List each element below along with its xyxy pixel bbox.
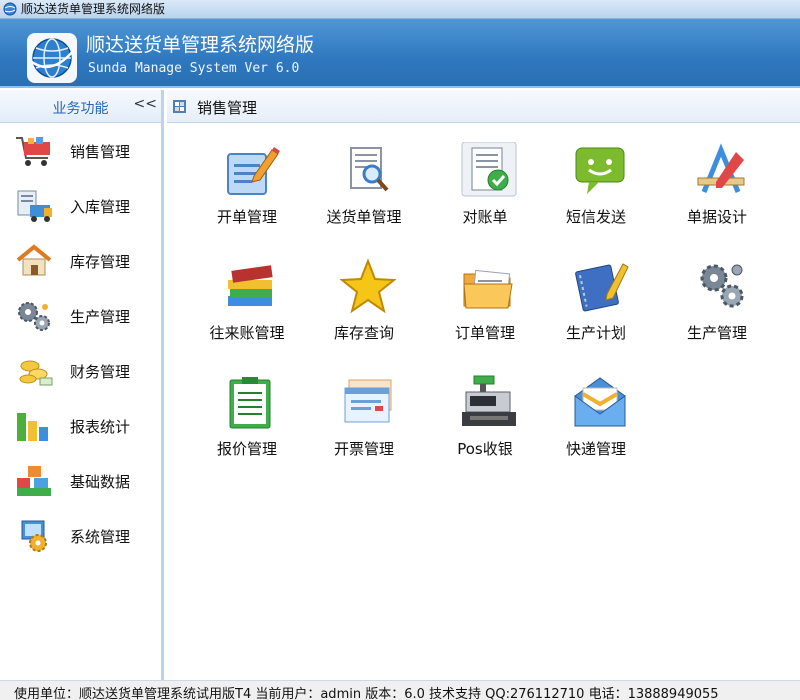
- tile-express[interactable]: 快递管理: [546, 374, 646, 474]
- invoice-window-icon: [344, 379, 392, 423]
- collapse-sidebar-button[interactable]: <<: [134, 96, 157, 112]
- sidebar-item-label: 报表统计: [70, 418, 131, 436]
- tile-label: 开单管理: [216, 208, 277, 226]
- tile-create-order[interactable]: 开单管理: [197, 142, 297, 242]
- star-icon: [339, 258, 397, 314]
- module-icon: [173, 100, 186, 113]
- sidebar-item-label: 销售管理: [70, 143, 131, 161]
- sidebar-item-label: 生产管理: [70, 308, 131, 326]
- tile-label: 库存查询: [333, 324, 394, 342]
- sms-icon: [575, 147, 625, 194]
- main-content: 销售管理 开单管理 送货单管理 对账单 短信发送 单据设计 往来账管理 库存查询…: [167, 90, 800, 680]
- window-title: 顺达送货单管理系统网络版: [21, 2, 166, 16]
- sidebar-item-system[interactable]: 系统管理: [0, 513, 161, 559]
- status-bar: 使用单位：顺达送货单管理系统试用版T4 当前用户：admin 版本：6.0 技术…: [0, 680, 800, 700]
- folders-icon: [463, 269, 513, 309]
- content-header: 销售管理: [167, 90, 800, 123]
- app-banner: 顺达送货单管理系统网络版 Sunda Manage System Ver 6.0: [0, 19, 800, 88]
- sidebar-item-label: 基础数据: [70, 473, 131, 491]
- tile-accounts[interactable]: 往来账管理: [197, 258, 297, 358]
- tile-label: 订单管理: [454, 324, 515, 342]
- tile-invoicing[interactable]: 开票管理: [314, 374, 414, 474]
- sidebar-item-label: 入库管理: [70, 198, 131, 216]
- tile-label: 往来账管理: [209, 324, 285, 342]
- tile-label: 生产管理: [686, 324, 747, 342]
- tile-pos-cashier[interactable]: Pos收银: [435, 374, 535, 474]
- tile-delivery-note[interactable]: 送货单管理: [314, 142, 414, 242]
- system-icon: [21, 520, 47, 552]
- title-bar: 顺达送货单管理系统网络版: [0, 0, 800, 19]
- form-pencil-icon: [227, 147, 280, 195]
- app-window: 顺达送货单管理系统网络版 顺达送货单管理系统网络版 Sunda Manage S…: [0, 0, 800, 700]
- tile-production-mgmt[interactable]: 生产管理: [667, 258, 767, 358]
- tile-label: 单据设计: [686, 208, 747, 226]
- sidebar-item-production[interactable]: 生产管理: [0, 293, 161, 339]
- tile-form-design[interactable]: 单据设计: [667, 142, 767, 242]
- sidebar: 业务功能 << 销售管理 入库管理 库存管理 生产管理 财务管理 报表统计 基础…: [0, 90, 164, 680]
- gears-icon: [18, 302, 50, 331]
- tile-label: 对账单: [462, 208, 508, 226]
- warehouse-in-icon: [17, 190, 52, 222]
- status-text: 使用单位：顺达送货单管理系统试用版T4 当前用户：admin 版本：6.0 技术…: [14, 687, 719, 700]
- gears-icon: [700, 264, 744, 308]
- blocks-icon: [17, 466, 51, 496]
- coins-icon: [19, 360, 53, 386]
- sidebar-item-finance[interactable]: 财务管理: [0, 348, 161, 394]
- tile-sms[interactable]: 短信发送: [546, 142, 646, 242]
- envelope-icon: [574, 377, 626, 427]
- tile-statement[interactable]: 对账单: [435, 142, 535, 242]
- globe-logo-icon: [27, 33, 77, 83]
- cash-register-icon: [462, 375, 516, 426]
- books-icon: [228, 265, 273, 306]
- sidebar-item-reports[interactable]: 报表统计: [0, 403, 161, 449]
- document-search-icon: [350, 147, 389, 192]
- tile-quotation[interactable]: 报价管理: [197, 374, 297, 474]
- sidebar-item-sales[interactable]: 销售管理: [0, 128, 161, 174]
- tile-label: 快递管理: [565, 440, 626, 458]
- document-check-icon: [461, 142, 517, 197]
- app-subtitle: Sunda Manage System Ver 6.0: [88, 61, 300, 76]
- tile-label: 开票管理: [333, 440, 394, 458]
- house-icon: [16, 244, 52, 276]
- bar-chart-icon: [17, 413, 48, 441]
- design-tools-icon: [697, 143, 745, 193]
- sidebar-header: 业务功能 <<: [0, 90, 161, 123]
- clipboard-icon: [229, 377, 271, 429]
- sidebar-item-label: 财务管理: [70, 363, 131, 381]
- shopping-cart-icon: [16, 137, 50, 166]
- notebook-pen-icon: [575, 263, 629, 312]
- tile-label: 送货单管理: [326, 208, 402, 226]
- sidebar-item-label: 库存管理: [70, 253, 131, 271]
- sidebar-item-inventory[interactable]: 库存管理: [0, 238, 161, 284]
- app-globe-icon: [3, 2, 17, 16]
- tile-stock-query[interactable]: 库存查询: [314, 258, 414, 358]
- tile-production-plan[interactable]: 生产计划: [546, 258, 646, 358]
- content-title: 销售管理: [197, 99, 258, 117]
- tile-label: 生产计划: [565, 324, 626, 342]
- tile-orders[interactable]: 订单管理: [435, 258, 535, 358]
- tile-label: 报价管理: [216, 440, 277, 458]
- sidebar-item-basic-data[interactable]: 基础数据: [0, 458, 161, 504]
- tile-label: Pos收银: [457, 440, 513, 458]
- tile-label: 短信发送: [565, 208, 626, 226]
- app-name: 顺达送货单管理系统网络版: [86, 34, 315, 56]
- sidebar-item-stock-in[interactable]: 入库管理: [0, 183, 161, 229]
- sidebar-item-label: 系统管理: [70, 528, 131, 546]
